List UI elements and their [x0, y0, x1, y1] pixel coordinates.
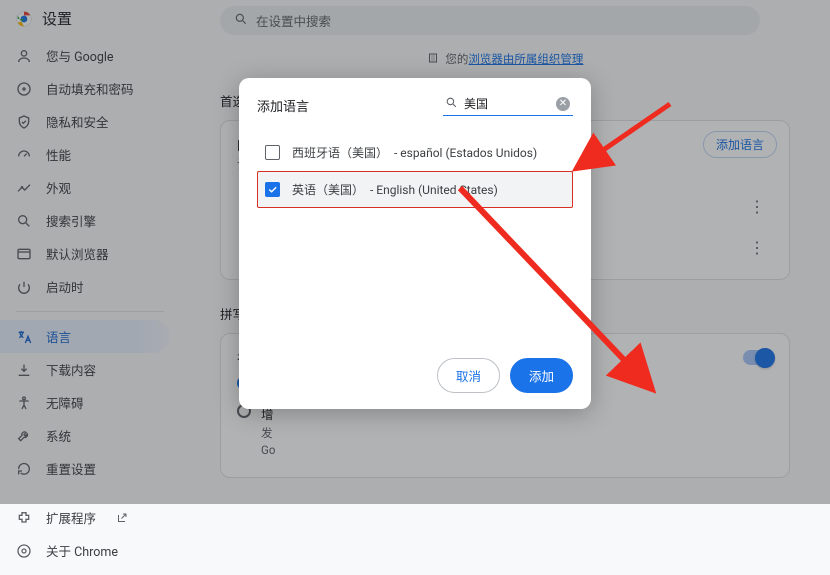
dialog-search-field[interactable]: ✕ — [443, 94, 573, 116]
language-option-es-us[interactable]: 西班牙语（美国） - español (Estados Unidos) — [257, 134, 573, 171]
dialog-overlay: 添加语言 ✕ 西班牙语（美国） - español (Estados Unido… — [0, 0, 830, 504]
checkbox-icon — [265, 145, 280, 160]
sidebar-item-label: 扩展程序 — [46, 508, 96, 527]
sidebar-item-extensions[interactable]: 扩展程序 — [0, 501, 170, 534]
checkbox-checked-icon — [265, 182, 280, 197]
sidebar-item-about-chrome[interactable]: 关于 Chrome — [0, 534, 170, 567]
clear-search-icon[interactable]: ✕ — [556, 97, 570, 111]
chrome-icon — [16, 543, 32, 559]
add-language-dialog: 添加语言 ✕ 西班牙语（美国） - español (Estados Unido… — [239, 78, 591, 409]
cancel-button[interactable]: 取消 — [437, 358, 500, 393]
language-list: 西班牙语（美国） - español (Estados Unidos) 英语（美… — [257, 134, 573, 208]
add-button[interactable]: 添加 — [510, 358, 573, 393]
language-option-en-us[interactable]: 英语（美国） - English (United States) — [257, 171, 573, 208]
dialog-header: 添加语言 ✕ — [257, 94, 573, 116]
sidebar-bottom: 扩展程序 关于 Chrome — [0, 501, 180, 575]
puzzle-icon — [16, 510, 32, 526]
dialog-title: 添加语言 — [257, 96, 309, 115]
dialog-footer: 取消 添加 — [257, 358, 573, 393]
sidebar-item-label: 关于 Chrome — [46, 541, 118, 560]
search-icon — [445, 94, 458, 113]
dialog-search-input[interactable] — [462, 96, 552, 112]
external-link-icon — [114, 510, 130, 526]
